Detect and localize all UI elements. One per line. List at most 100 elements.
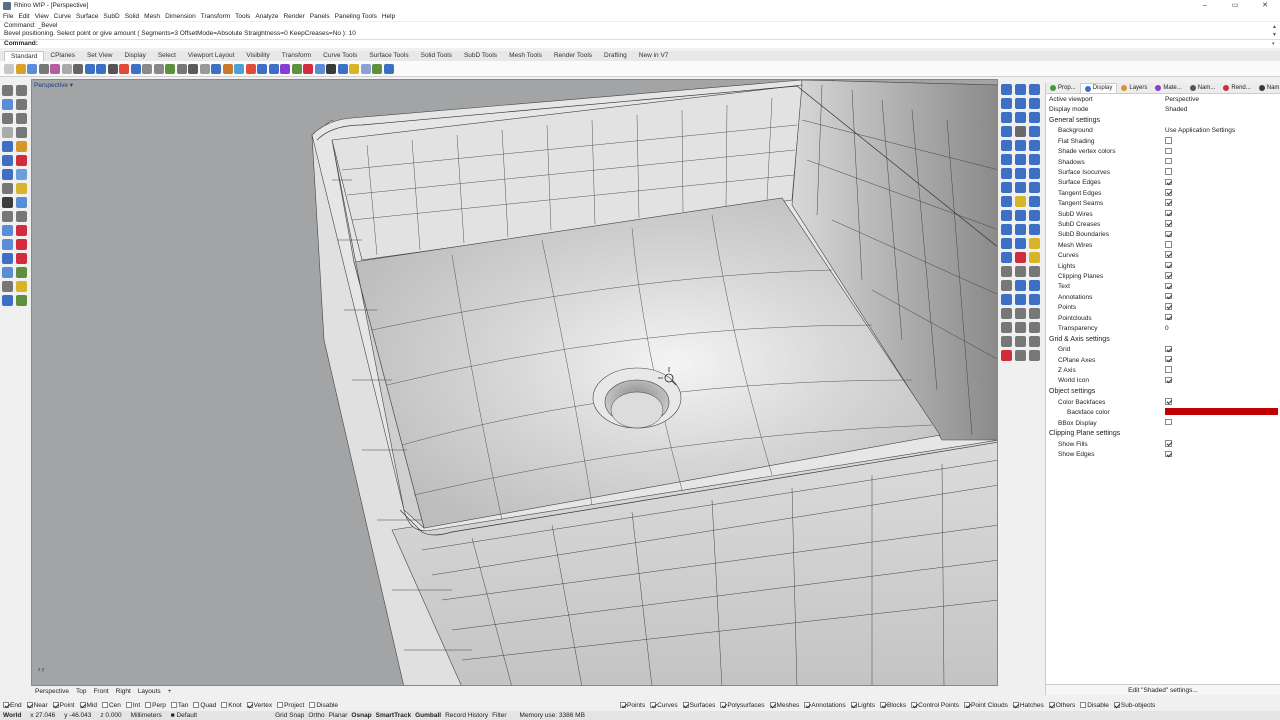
backface-color-row[interactable]: Backface color <box>1046 408 1280 418</box>
right-tool-icon[interactable] <box>1001 280 1012 291</box>
tab-mesh-tools[interactable]: Mesh Tools <box>503 51 548 61</box>
osnap-toggle-checkbox[interactable] <box>193 702 200 708</box>
status-toggle-grid-snap[interactable]: Grid Snap <box>275 712 304 719</box>
toolbar-tool-icon[interactable] <box>73 63 83 74</box>
right-tool-icon[interactable] <box>1029 140 1040 151</box>
status-toggle-osnap[interactable]: Osnap <box>351 712 371 719</box>
right-tool-icon[interactable] <box>1001 196 1012 207</box>
viewport-tab[interactable]: Front <box>93 688 108 695</box>
right-tool-icon[interactable] <box>1001 350 1012 361</box>
setting-checkbox[interactable] <box>1165 251 1172 258</box>
viewport-menu-icon[interactable]: ▾ <box>70 82 73 89</box>
setting-checkbox[interactable] <box>1165 147 1172 154</box>
setting-row[interactable]: Z Axis <box>1046 365 1280 375</box>
osnap-toggle-checkbox[interactable] <box>79 702 86 708</box>
selection-filter[interactable]: Lights <box>850 702 875 709</box>
setting-row[interactable]: Clipping Planes <box>1046 271 1280 281</box>
right-tool-icon[interactable] <box>1001 182 1012 193</box>
left-tool-icon[interactable] <box>16 183 27 194</box>
grid-axis-heading[interactable]: Grid & Axis settings <box>1046 334 1280 345</box>
right-tool-icon[interactable] <box>1015 238 1026 249</box>
selection-filter-checkbox[interactable] <box>1012 702 1019 708</box>
toolbar-tool-icon[interactable] <box>176 63 187 74</box>
left-tool-icon[interactable] <box>2 295 13 306</box>
right-tool-icon[interactable] <box>1029 84 1040 95</box>
left-tool-icon[interactable] <box>2 267 13 278</box>
selection-filter-checkbox[interactable] <box>964 702 970 708</box>
right-tool-icon[interactable] <box>1029 126 1040 137</box>
right-tool-icon[interactable] <box>1015 252 1026 263</box>
selection-filter-checkbox[interactable] <box>880 702 887 708</box>
osnap-toggle[interactable]: Vertex <box>246 702 272 709</box>
toolbar-tool-icon[interactable] <box>234 63 244 74</box>
right-tool-icon[interactable] <box>1015 322 1026 333</box>
left-tool-icon[interactable] <box>16 281 27 292</box>
bbox-display-row[interactable]: BBox Display <box>1046 418 1280 428</box>
left-tool-icon[interactable] <box>16 197 27 208</box>
status-toggle-ortho[interactable]: Ortho <box>308 712 324 719</box>
menu-analyze[interactable]: Analyze <box>255 13 278 20</box>
right-tool-icon[interactable] <box>1001 168 1012 179</box>
status-toggle-gumball[interactable]: Gumball <box>415 712 441 719</box>
osnap-toggle[interactable]: End <box>3 702 22 709</box>
osnap-toggle[interactable]: Perp <box>145 702 166 709</box>
tab-standard[interactable]: Standard <box>4 51 45 61</box>
setting-row[interactable]: SubD Wires <box>1046 209 1280 219</box>
toolbar-tool-icon[interactable] <box>15 63 26 74</box>
status-toggle-smarttrack[interactable]: SmartTrack <box>376 712 411 719</box>
right-tool-icon[interactable] <box>1029 294 1040 305</box>
toolbar-tool-icon[interactable] <box>211 63 221 74</box>
setting-row[interactable]: Points <box>1046 302 1280 312</box>
maximize-button[interactable]: ▭ <box>1220 0 1250 11</box>
toolbar-tool-icon[interactable] <box>142 63 152 74</box>
right-tool-icon[interactable] <box>1015 336 1026 347</box>
tab-new-in-v7[interactable]: New in V7 <box>633 51 675 61</box>
cplane-indicator[interactable]: World <box>3 712 21 719</box>
toolbar-tool-icon[interactable] <box>245 63 256 74</box>
tab-select[interactable]: Select <box>152 51 182 61</box>
tab-surface-tools[interactable]: Surface Tools <box>363 51 414 61</box>
minimize-button[interactable]: – <box>1190 0 1220 11</box>
toolbar-tool-icon[interactable] <box>314 63 325 74</box>
toolbar-tool-icon[interactable] <box>257 63 267 74</box>
tab-cplanes[interactable]: CPlanes <box>44 51 81 61</box>
left-tool-icon[interactable] <box>16 169 27 180</box>
transparency-row[interactable]: Transparency 0 <box>1046 323 1280 333</box>
toolbar-tool-icon[interactable] <box>153 63 164 74</box>
setting-checkbox[interactable] <box>1165 230 1172 238</box>
right-tool-icon[interactable] <box>1015 308 1026 319</box>
toolbar-tool-icon[interactable] <box>50 63 60 74</box>
right-tool-icon[interactable] <box>1015 210 1026 221</box>
toolbar-tool-icon[interactable] <box>199 63 210 74</box>
right-tool-icon[interactable] <box>1029 322 1040 333</box>
tab-curve-tools[interactable]: Curve Tools <box>317 51 363 61</box>
right-tool-icon[interactable] <box>1029 224 1040 235</box>
clipping-plane-heading[interactable]: Clipping Plane settings <box>1046 428 1280 439</box>
osnap-toggle[interactable]: Cen <box>101 702 121 709</box>
tab-display[interactable]: Display <box>119 51 152 61</box>
tab-drafting[interactable]: Drafting <box>598 51 633 61</box>
toolbar-tool-icon[interactable] <box>372 63 382 74</box>
toolbar-tool-icon[interactable] <box>165 63 175 74</box>
right-tool-icon[interactable] <box>1029 210 1040 221</box>
right-tool-icon[interactable] <box>1029 280 1040 291</box>
toolbar-tool-icon[interactable] <box>84 63 95 74</box>
right-tool-icon[interactable] <box>1015 196 1026 207</box>
toolbar-tool-icon[interactable] <box>383 63 394 74</box>
toolbar-tool-icon[interactable] <box>280 63 290 74</box>
selection-filter[interactable]: Hatches <box>1012 702 1044 709</box>
right-tool-icon[interactable] <box>1001 252 1012 263</box>
selection-filter-checkbox[interactable] <box>850 702 857 708</box>
setting-row[interactable]: Show Edges <box>1046 450 1280 460</box>
right-tool-icon[interactable] <box>1015 224 1026 235</box>
menu-solid[interactable]: Solid <box>125 13 139 20</box>
status-toggle-filter[interactable]: Filter <box>492 712 506 719</box>
menu-help[interactable]: Help <box>382 13 395 20</box>
menu-tools[interactable]: Tools <box>235 13 250 20</box>
object-settings-heading[interactable]: Object settings <box>1046 386 1280 397</box>
right-tool-icon[interactable] <box>1001 322 1012 333</box>
toolbar-tool-icon[interactable] <box>4 63 14 74</box>
toolbar-tool-icon[interactable] <box>349 63 359 74</box>
menu-transform[interactable]: Transform <box>201 13 230 20</box>
selection-filter[interactable]: Surfaces <box>682 702 715 709</box>
